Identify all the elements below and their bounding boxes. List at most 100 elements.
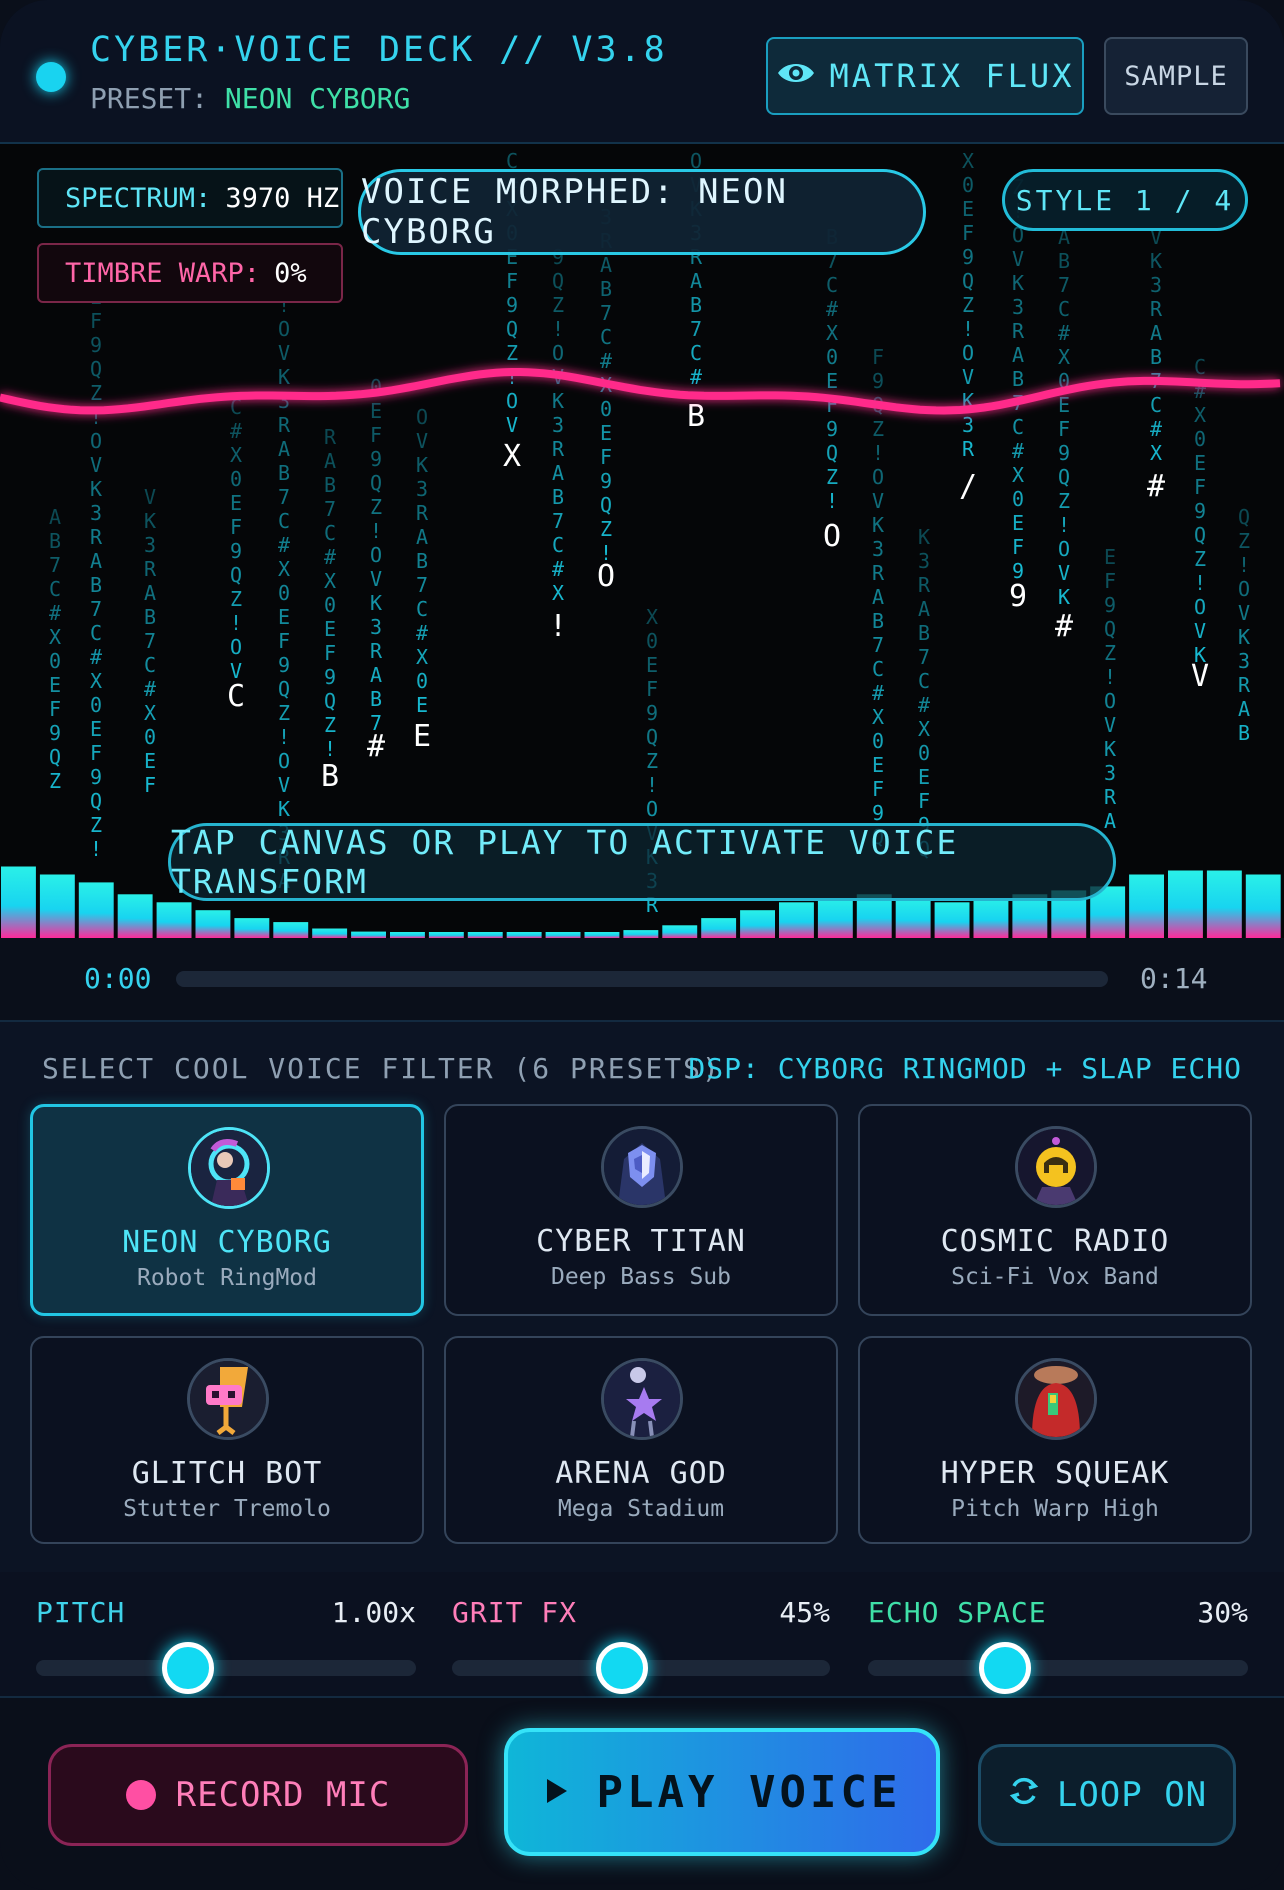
svg-text:C: C [144,653,156,677]
spectrum-bar [78,882,114,938]
arena-star-icon [601,1358,683,1440]
play-voice-button[interactable]: PLAY VOICE [504,1728,940,1856]
svg-text:F: F [1194,475,1206,499]
svg-text:9: 9 [90,333,102,357]
svg-text:B: B [600,277,612,301]
svg-text:Z: Z [962,293,974,317]
matrix-flux-button[interactable]: MATRIX FLUX [766,37,1084,115]
transport-controls: RECORD MIC PLAY VOICE LOOP ON [0,1698,1284,1890]
svg-text:E: E [324,617,336,641]
svg-text:3: 3 [90,501,102,525]
pitch-slider-track[interactable] [36,1660,416,1676]
svg-text:7: 7 [600,301,612,325]
filter-card-hyper-squeak[interactable]: HYPER SQUEAK Pitch Warp High [858,1336,1252,1544]
svg-text:C: C [600,325,612,349]
matrix-rain-column: 9QZ!OVK3RAB7C#X! [549,245,567,644]
svg-text:V: V [872,489,884,513]
svg-text:X: X [646,605,658,629]
svg-text:C: C [324,521,336,545]
svg-text:O: O [1058,537,1070,561]
svg-text:#: # [144,677,156,701]
echo-slider-knob[interactable] [978,1642,1031,1694]
spectrum-bar [623,930,659,938]
record-dot-icon [125,1780,156,1810]
svg-text:F: F [144,773,156,797]
filter-name: GLITCH BOT [131,1456,323,1491]
matrix-rain-column: F9QZ!OVK3RAB7C#X0EF9Q [872,345,885,849]
filter-card-cosmic-radio[interactable]: COSMIC RADIO Sci-Fi Vox Band [858,1104,1252,1316]
record-mic-button[interactable]: RECORD MIC [48,1744,468,1846]
svg-text:9: 9 [278,653,290,677]
timbre-readout: TIMBRE WARP: 0% [37,243,343,303]
svg-text:0: 0 [646,629,658,653]
svg-text:R: R [416,501,429,525]
filter-card-glitch-bot[interactable]: GLITCH BOT Stutter Tremolo [30,1336,424,1544]
svg-text:#: # [690,365,702,389]
svg-text:A: A [872,585,884,609]
svg-text:7: 7 [690,317,702,341]
style-indicator-button[interactable]: STYLE 1 / 4 [1002,169,1248,231]
svg-text:Z: Z [1238,529,1250,553]
spectrum-bar [701,918,737,938]
svg-text:A: A [600,253,612,277]
grit-slider-knob[interactable] [596,1642,649,1694]
svg-text:Q: Q [324,689,336,713]
svg-text:#: # [600,349,612,373]
header: CYBER·VOICE DECK // V3.8 PRESET: NEON CY… [0,0,1284,144]
svg-text:V: V [1104,713,1116,737]
spectrum-bar [273,922,309,938]
svg-text:B: B [690,293,702,317]
svg-text:F: F [506,269,518,293]
filter-name: ARENA GOD [555,1456,727,1491]
svg-text:X: X [1150,441,1162,465]
svg-text:C: C [416,597,428,621]
svg-text:3: 3 [872,537,884,561]
svg-text:#: # [826,297,838,321]
svg-text:X: X [90,669,102,693]
loop-toggle-button[interactable]: LOOP ON [978,1744,1236,1846]
spectrum-bar [1129,874,1164,938]
svg-text:0: 0 [144,725,156,749]
svg-text:7: 7 [918,645,930,669]
svg-text:F: F [1104,569,1116,593]
svg-text:R: R [278,413,291,437]
svg-text:A: A [1150,321,1162,345]
spectrum-value: 3970 HZ [225,182,340,214]
filter-card-cyber-titan[interactable]: CYBER TITAN Deep Bass Sub [444,1104,838,1316]
pitch-slider-knob[interactable] [162,1642,214,1694]
svg-text:#: # [49,601,61,625]
echo-slider-track[interactable] [868,1660,1248,1676]
svg-text:3: 3 [1150,273,1162,297]
filter-description: Pitch Warp High [951,1496,1159,1522]
matrix-rain-head: B [321,759,339,794]
status-indicator [36,62,66,92]
svg-text:C: C [278,509,290,533]
svg-text:A: A [552,461,564,485]
svg-text:Z: Z [278,701,290,725]
matrix-rain-head: # [1147,469,1165,504]
dsp-chain-label: DSP: CYBORG RINGMOD + SLAP ECHO [688,1052,1242,1085]
svg-text:X: X [49,625,61,649]
svg-text:V: V [1012,247,1024,271]
spectrum-bar [234,918,270,938]
svg-text:0: 0 [278,581,290,605]
voice-visualizer-canvas[interactable]: AB7C#X0EF9QZEF9QZ!OVK3RAB7C#X0EF9QZ!VK3R… [0,144,1284,938]
filter-name: COSMIC RADIO [940,1224,1170,1259]
svg-text:!: ! [230,611,242,635]
svg-text:!: ! [552,317,564,341]
svg-text:K: K [1238,625,1250,649]
svg-text:F: F [646,677,658,701]
svg-text:V: V [370,567,382,591]
filter-card-neon-cyborg[interactable]: NEON CYBORG Robot RingMod [30,1104,424,1316]
sample-button[interactable]: SAMPLE [1104,37,1248,115]
svg-text:3: 3 [1104,761,1116,785]
matrix-rain-head: # [1055,609,1073,644]
svg-text:X: X [918,717,930,741]
svg-text:!: ! [324,737,336,761]
svg-text:V: V [506,413,518,437]
svg-text:Z: Z [600,517,612,541]
filter-name: HYPER SQUEAK [940,1456,1170,1491]
playback-scrubber[interactable] [176,971,1108,987]
svg-text:R: R [872,561,885,585]
filter-card-arena-god[interactable]: ARENA GOD Mega Stadium [444,1336,838,1544]
